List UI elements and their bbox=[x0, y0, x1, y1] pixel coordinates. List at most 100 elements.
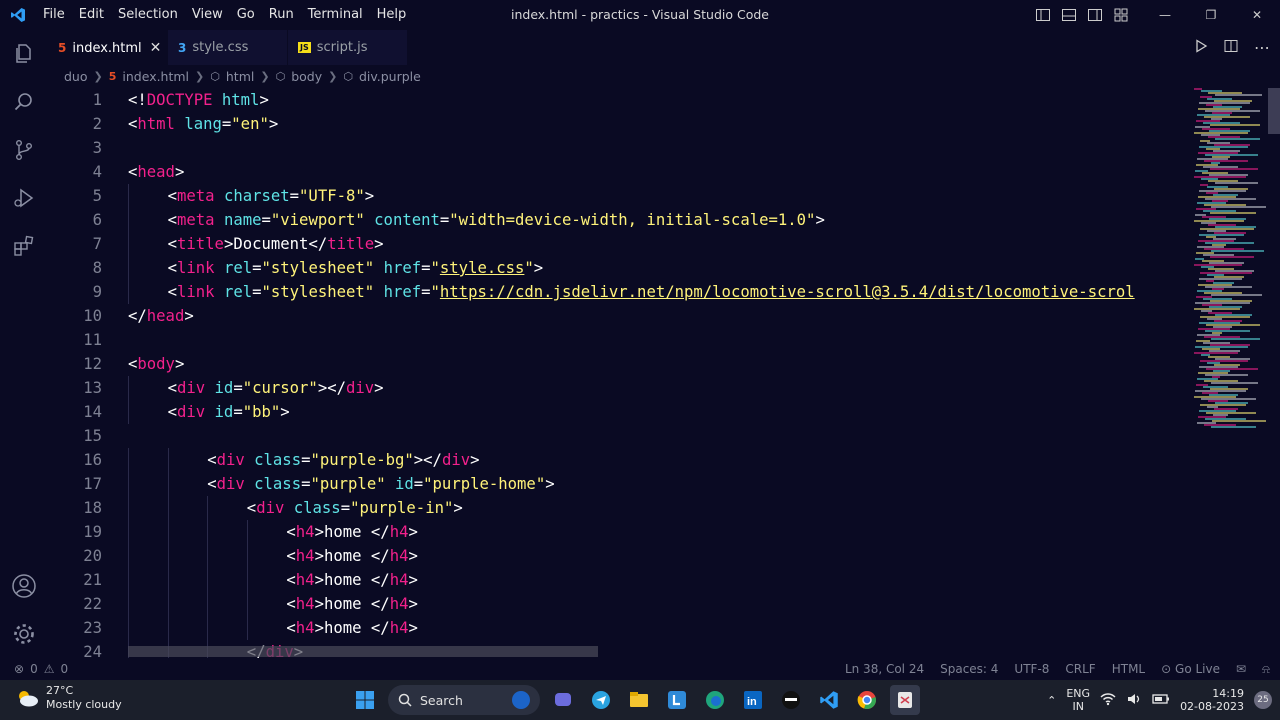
feedback-icon[interactable]: ✉ bbox=[1236, 662, 1246, 676]
menu-go[interactable]: Go bbox=[230, 0, 262, 30]
code-line[interactable]: 8 <link rel="stylesheet" href="style.css"… bbox=[48, 256, 1188, 280]
code-line[interactable]: 12 <body> bbox=[48, 352, 1188, 376]
breadcrumb-file[interactable]: index.html bbox=[122, 69, 189, 84]
indent-guide bbox=[207, 616, 209, 640]
code-line[interactable]: 2 <html lang="en"> bbox=[48, 112, 1188, 136]
battery-icon[interactable] bbox=[1152, 693, 1170, 708]
breadcrumb-body[interactable]: body bbox=[291, 69, 322, 84]
minimize-icon[interactable]: — bbox=[1142, 0, 1188, 30]
go-live-button[interactable]: ⊙ Go Live bbox=[1161, 662, 1220, 676]
notifications-bell-icon[interactable]: ⍾ bbox=[1262, 662, 1270, 677]
code-line[interactable]: 19 <h4>home </h4> bbox=[48, 520, 1188, 544]
close-window-icon[interactable]: ✕ bbox=[1234, 0, 1280, 30]
toggle-panel-icon[interactable] bbox=[1056, 0, 1082, 30]
code-line[interactable]: 11 bbox=[48, 328, 1188, 352]
menu-edit[interactable]: Edit bbox=[72, 0, 111, 30]
weather-widget[interactable]: 27°C Mostly cloudy bbox=[14, 684, 122, 712]
customize-layout-icon[interactable] bbox=[1108, 0, 1134, 30]
code-line[interactable]: 23 <h4>home </h4> bbox=[48, 616, 1188, 640]
toggle-primary-sidebar-icon[interactable] bbox=[1030, 0, 1056, 30]
encoding[interactable]: UTF-8 bbox=[1014, 662, 1049, 676]
incognito-app-icon[interactable] bbox=[776, 685, 806, 715]
code-line[interactable]: 16 <div class="purple-bg"></div> bbox=[48, 448, 1188, 472]
tab-index-html[interactable]: 5 index.html ✕ bbox=[48, 30, 168, 65]
code-line[interactable]: 22 <h4>home </h4> bbox=[48, 592, 1188, 616]
horizontal-scrollbar[interactable] bbox=[128, 646, 598, 657]
settings-gear-icon[interactable] bbox=[0, 610, 48, 658]
menu-file[interactable]: File bbox=[36, 0, 72, 30]
breadcrumb-div-purple[interactable]: div.purple bbox=[359, 69, 421, 84]
code-line[interactable]: 14 <div id="bb"> bbox=[48, 400, 1188, 424]
code-text: <link rel="stylesheet" href="style.css"> bbox=[167, 259, 544, 277]
indentation[interactable]: Spaces: 4 bbox=[940, 662, 998, 676]
show-hidden-icons-chevron-icon[interactable]: ⌃ bbox=[1047, 694, 1056, 707]
toggle-secondary-sidebar-icon[interactable] bbox=[1082, 0, 1108, 30]
indent-guide bbox=[167, 544, 169, 568]
indent-guide bbox=[167, 568, 169, 592]
vscode-taskbar-icon[interactable] bbox=[814, 685, 844, 715]
cursor-position[interactable]: Ln 38, Col 24 bbox=[845, 662, 924, 676]
problems-indicator[interactable]: ⊗ 0 ⚠ 0 bbox=[14, 662, 68, 676]
code-line[interactable]: 3 bbox=[48, 136, 1188, 160]
run-file-icon[interactable] bbox=[1194, 38, 1208, 57]
indent-guide bbox=[246, 616, 248, 640]
accounts-icon[interactable] bbox=[0, 562, 48, 610]
code-editor[interactable]: 1 <!DOCTYPE html> 2 <html lang="en"> 3 4 <head… bbox=[48, 88, 1188, 660]
minimap-line bbox=[1211, 382, 1258, 384]
code-line[interactable]: 7 <title>Document</title> bbox=[48, 232, 1188, 256]
file-explorer-icon[interactable] bbox=[624, 685, 654, 715]
vertical-scrollbar[interactable] bbox=[1268, 88, 1280, 134]
menu-selection[interactable]: Selection bbox=[111, 0, 185, 30]
source-control-icon[interactable] bbox=[0, 126, 48, 174]
search-icon[interactable] bbox=[0, 78, 48, 126]
split-editor-icon[interactable] bbox=[1224, 38, 1238, 57]
tab-script-js[interactable]: JS script.js bbox=[288, 30, 408, 65]
line-number: 1 bbox=[92, 91, 102, 109]
edge-browser-icon[interactable] bbox=[700, 685, 730, 715]
maximize-icon[interactable]: ❐ bbox=[1188, 0, 1234, 30]
chrome-icon[interactable] bbox=[852, 685, 882, 715]
code-line[interactable]: 18 <div class="purple-in"> bbox=[48, 496, 1188, 520]
code-line[interactable]: 6 <meta name="viewport" content="width=de… bbox=[48, 208, 1188, 232]
snipping-tool-icon[interactable] bbox=[890, 685, 920, 715]
code-line[interactable]: 17 <div class="purple" id="purple-home"> bbox=[48, 472, 1188, 496]
line-ending[interactable]: CRLF bbox=[1065, 662, 1095, 676]
wifi-icon[interactable] bbox=[1100, 692, 1116, 709]
language-mode[interactable]: HTML bbox=[1112, 662, 1145, 676]
notification-badge[interactable]: 25 bbox=[1254, 691, 1272, 709]
telegram-icon[interactable] bbox=[586, 685, 616, 715]
code-line[interactable]: 20 <h4>home </h4> bbox=[48, 544, 1188, 568]
element-icon: ⬡ bbox=[210, 69, 220, 83]
menu-terminal[interactable]: Terminal bbox=[301, 0, 370, 30]
close-tab-icon[interactable]: ✕ bbox=[150, 40, 162, 56]
taskbar-search[interactable]: Search bbox=[388, 685, 540, 715]
extensions-icon[interactable] bbox=[0, 222, 48, 270]
run-debug-icon[interactable] bbox=[0, 174, 48, 222]
linkedin-icon[interactable]: in bbox=[738, 685, 768, 715]
menu-view[interactable]: View bbox=[185, 0, 230, 30]
explorer-icon[interactable] bbox=[0, 30, 48, 78]
tab-style-css[interactable]: 3 style.css bbox=[168, 30, 288, 65]
code-line[interactable]: 5 <meta charset="UTF-8"> bbox=[48, 184, 1188, 208]
language-indicator[interactable]: ENG IN bbox=[1066, 687, 1090, 713]
code-line[interactable]: 15 bbox=[48, 424, 1188, 448]
minimap[interactable] bbox=[1190, 88, 1268, 433]
indent-guide bbox=[128, 208, 129, 232]
breadcrumb-html[interactable]: html bbox=[226, 69, 254, 84]
code-line[interactable]: 9 <link rel="stylesheet" href="https://cd… bbox=[48, 280, 1188, 304]
start-windows-icon[interactable] bbox=[350, 685, 380, 715]
code-line[interactable]: 21 <h4>home </h4> bbox=[48, 568, 1188, 592]
code-line[interactable]: 4 <head> bbox=[48, 160, 1188, 184]
menu-help[interactable]: Help bbox=[370, 0, 414, 30]
code-text: <div class="purple-bg"></div> bbox=[207, 451, 480, 469]
code-line[interactable]: 10 </head> bbox=[48, 304, 1188, 328]
menu-run[interactable]: Run bbox=[262, 0, 301, 30]
breadcrumb-folder[interactable]: duo bbox=[64, 69, 88, 84]
more-actions-icon[interactable]: ⋯ bbox=[1254, 39, 1270, 55]
volume-icon[interactable] bbox=[1126, 692, 1142, 709]
code-line[interactable]: 13 <div id="cursor"></div> bbox=[48, 376, 1188, 400]
app-l-icon[interactable] bbox=[662, 685, 692, 715]
code-line[interactable]: 1 <!DOCTYPE html> bbox=[48, 88, 1188, 112]
clock[interactable]: 14:19 02-08-2023 bbox=[1180, 687, 1244, 713]
teams-chat-icon[interactable] bbox=[548, 685, 578, 715]
